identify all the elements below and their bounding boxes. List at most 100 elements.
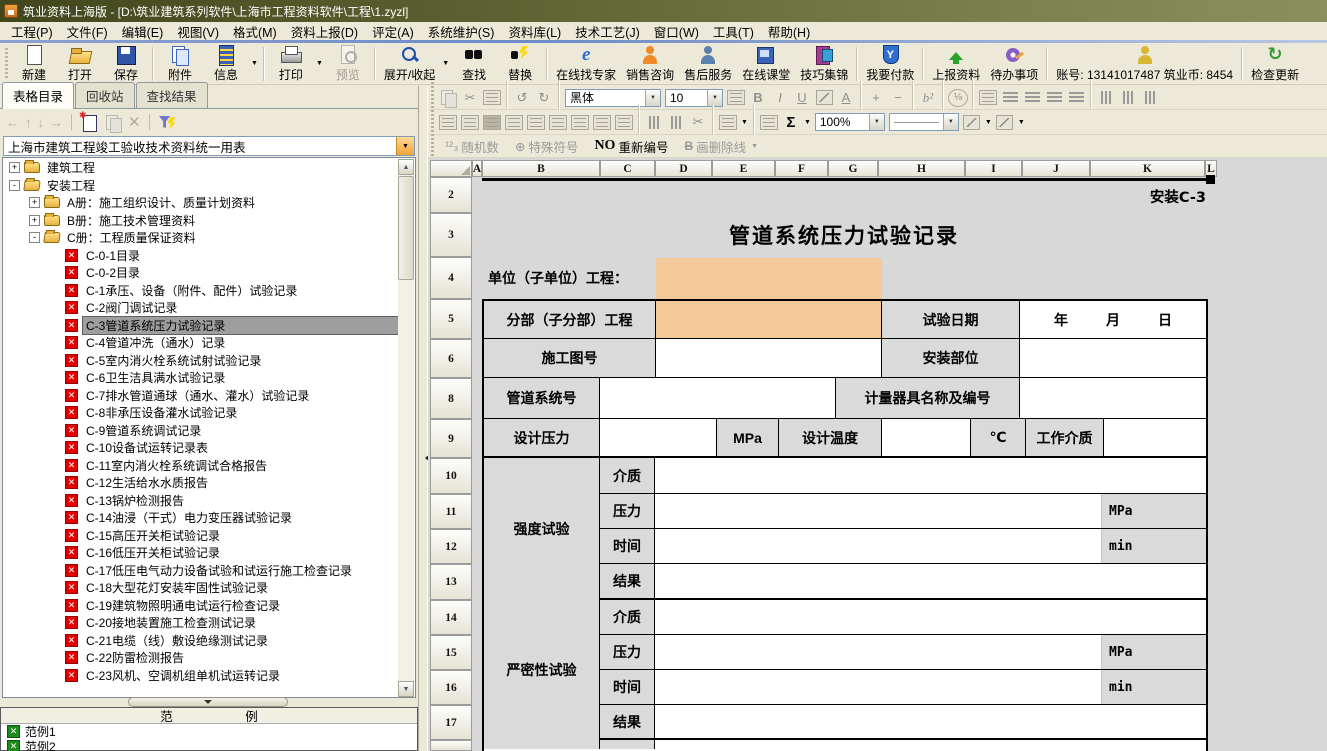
vertical-text-ltr-icon[interactable] (1140, 88, 1160, 107)
collapse-toggle-icon[interactable]: - (9, 180, 20, 191)
superscript-button[interactable]: b² (918, 88, 938, 107)
cell-format-icon[interactable] (759, 113, 779, 132)
expand-toggle-icon[interactable]: + (9, 162, 20, 173)
tightness-time-unit-cell[interactable]: min (1101, 670, 1206, 704)
tree-item-folder[interactable]: +A册：施工组织设计、质量计划资料 (4, 194, 399, 212)
menu-view[interactable]: 视图(V) (170, 21, 226, 42)
row-header[interactable]: 8 (430, 378, 472, 419)
vertical-text-icon[interactable] (1096, 88, 1116, 107)
tree-item-doc[interactable]: ✕C-9管道系统调试记录 (4, 422, 399, 440)
after-sales-button[interactable]: 售后服务 (679, 44, 737, 84)
row-header[interactable]: 14 (430, 600, 472, 635)
font-color-button[interactable]: A (836, 88, 856, 107)
tree-item-doc[interactable]: ✕C-20接地装置施工检查测试记录 (4, 614, 399, 632)
expand-dropdown-arrow-icon[interactable]: ▼ (442, 60, 449, 67)
tree-item-folder[interactable]: +B册：施工技术管理资料 (4, 212, 399, 230)
tips-button[interactable]: 技巧集锦 (795, 44, 853, 84)
design-pressure-label-cell[interactable]: 设计压力 (484, 419, 600, 456)
info-dropdown-arrow-icon[interactable]: ▼ (251, 60, 258, 67)
example-item[interactable]: ✕范例2 (1, 739, 417, 751)
print-dropdown-arrow-icon[interactable]: ▼ (316, 60, 323, 67)
scrollbar-thumb[interactable] (398, 176, 414, 280)
font-size-select[interactable]: 10▼ (665, 89, 723, 107)
tree-item-doc[interactable]: ✕C-18大型花灯安装牢固性试验记录 (4, 579, 399, 597)
expand-toggle-icon[interactable]: + (29, 215, 40, 226)
row-header[interactable]: 9 (430, 419, 472, 458)
menu-edit[interactable]: 编辑(E) (115, 21, 171, 42)
tree-item-doc[interactable]: ✕C-21电缆（线）敷设绝缘测试记录 (4, 632, 399, 650)
page-boundary-handle[interactable] (1206, 175, 1215, 184)
column-header-c[interactable]: C (600, 160, 655, 177)
test-date-label-cell[interactable]: 试验日期 (882, 301, 1020, 338)
tree-item-folder[interactable]: -C册：工程质量保证资料 (4, 229, 399, 247)
tree-item-doc[interactable]: ✕C-19建筑物照明通电试运行检查记录 (4, 597, 399, 615)
instrument-input-cell[interactable] (1020, 378, 1206, 418)
row-header[interactable]: 16 (430, 670, 472, 705)
menu-window[interactable]: 窗口(W) (647, 21, 706, 42)
row-header[interactable]: 11 (430, 494, 472, 529)
row-header[interactable]: 13 (430, 564, 472, 600)
nav-left-icon[interactable]: ← (6, 115, 19, 130)
tree-item-doc[interactable]: ✕C-15高压开关柜试验记录 (4, 527, 399, 545)
tree-item-doc[interactable]: ✕C-23风机、空调机组单机试运转记录 (4, 667, 399, 685)
align-right-icon[interactable] (1044, 88, 1064, 107)
replace-button[interactable]: 替换 (497, 44, 543, 84)
upload-data-button[interactable]: 上报资料 (927, 44, 985, 84)
strength-medium-input-cell[interactable] (655, 458, 1206, 493)
vertical-text-rtl-icon[interactable] (1118, 88, 1138, 107)
drawing-no-input-cell[interactable] (656, 339, 882, 377)
strength-result-input-cell[interactable] (655, 564, 1206, 598)
row-header[interactable]: 10 (430, 458, 472, 494)
print-button[interactable]: 打印 (268, 44, 314, 84)
unit-project-input-cell[interactable] (656, 258, 882, 299)
tree-item-doc[interactable]: ✕C-17低压电气动力设备试验和试运行施工检查记录 (4, 562, 399, 580)
increase-size-button[interactable]: + (866, 88, 886, 107)
tree-item-doc[interactable]: ✕C-4管道冲洗（通水）记录 (4, 334, 399, 352)
column-header-a[interactable]: A (472, 160, 482, 177)
row-header[interactable]: 15 (430, 635, 472, 670)
online-expert-button[interactable]: e在线找专家 (551, 44, 621, 84)
tree-item-doc[interactable]: ✕C-1承压、设备（附件、配件）试验记录 (4, 282, 399, 300)
row-header[interactable] (430, 740, 472, 751)
scroll-up-button[interactable]: ▲ (398, 159, 414, 175)
example-item[interactable]: ✕范例1 (1, 724, 417, 739)
bold-button[interactable]: B (748, 88, 768, 107)
tree-item-doc[interactable]: ✕C-2阀门调试记录 (4, 299, 399, 317)
align-left-icon[interactable] (1000, 88, 1020, 107)
tree-item-doc[interactable]: ✕C-11室内消火栓系统调试合格报告 (4, 457, 399, 475)
tree-item-doc[interactable]: ✕C-12生活给水水质报告 (4, 474, 399, 492)
install-part-input-cell[interactable] (1020, 339, 1206, 377)
menu-assess[interactable]: 评定(A) (365, 21, 421, 42)
nav-right-icon[interactable]: → (50, 115, 63, 130)
pipe-system-no-label-cell[interactable]: 管道系统号 (484, 378, 600, 418)
tree-item-doc[interactable]: ✕C-10设备试运转记录表 (4, 439, 399, 457)
filter-icon[interactable] (158, 114, 176, 131)
add-form-icon[interactable] (80, 114, 98, 131)
column-header-h[interactable]: H (878, 160, 965, 177)
column-header-d[interactable]: D (655, 160, 712, 177)
design-temp-input-cell[interactable] (882, 419, 971, 456)
row-header[interactable]: 3 (430, 213, 472, 257)
tree-item-doc[interactable]: ✕C-22防雷检测报告 (4, 649, 399, 667)
info-button[interactable]: 信息 (203, 44, 249, 84)
tree-item-doc[interactable]: ✕C-5室内消火栓系统试射试验记录 (4, 352, 399, 370)
column-header-e[interactable]: E (712, 160, 775, 177)
tightness-group-cell[interactable]: 严密性试验 (484, 600, 600, 740)
row-header[interactable]: 2 (430, 177, 472, 213)
drawing-no-label-cell[interactable]: 施工图号 (484, 339, 656, 377)
tightness-pressure-unit-cell[interactable]: MPa (1101, 635, 1206, 669)
combo-arrow-icon[interactable]: ▼ (707, 90, 722, 106)
tightness-time-input-cell[interactable] (655, 670, 1101, 704)
tightness-medium-input-cell[interactable] (655, 600, 1206, 634)
scroll-down-button[interactable]: ▼ (398, 681, 414, 697)
fill-color-icon[interactable] (814, 88, 834, 107)
open-button[interactable]: 打开 (57, 44, 103, 84)
underline-button[interactable]: U (792, 88, 812, 107)
row-header[interactable]: 4 (430, 257, 472, 299)
row-header[interactable]: 12 (430, 529, 472, 564)
zoom-select[interactable]: 100%▼ (815, 113, 885, 131)
border-diagonal2-icon[interactable] (995, 113, 1015, 132)
work-medium-label-cell[interactable]: 工作介质 (1026, 419, 1104, 456)
expand-collapse-button[interactable]: 展开/收起 (379, 44, 440, 84)
tightness-pressure-input-cell[interactable] (655, 635, 1101, 669)
